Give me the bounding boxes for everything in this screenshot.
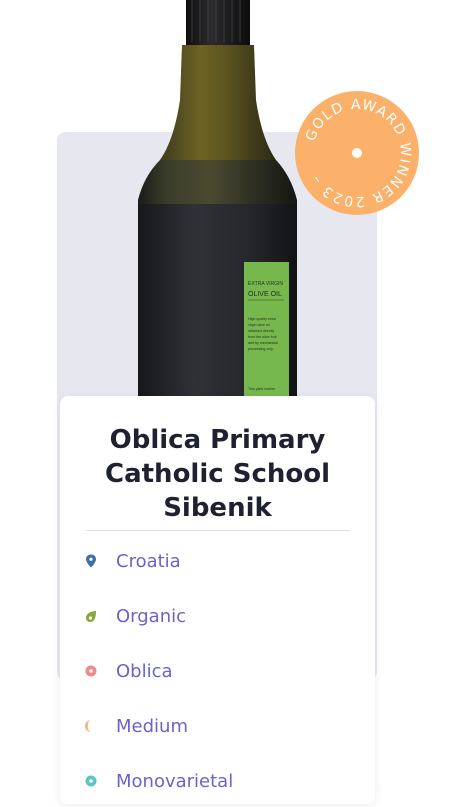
product-title-line: Catholic School xyxy=(105,459,330,489)
svg-text:processing only.: processing only. xyxy=(248,347,274,351)
attribute-label: Croatia xyxy=(116,550,181,572)
svg-text:virgin olive oil: virgin olive oil xyxy=(248,323,270,327)
gold-award-badge: GOLD AWARD WINNER 2023 – xyxy=(295,91,419,215)
attribute-origin[interactable]: Croatia xyxy=(85,546,181,576)
location-pin-icon xyxy=(86,554,96,568)
attribute-intensity[interactable]: Medium xyxy=(85,711,188,741)
svg-text:This yield marker: This yield marker xyxy=(248,387,276,391)
svg-text:from the olive fruit: from the olive fruit xyxy=(248,335,277,339)
label-heading-large: OLIVE OIL xyxy=(248,291,282,298)
olive-variety-icon xyxy=(85,665,97,677)
svg-text:obtained directly: obtained directly xyxy=(248,329,274,333)
product-title-line: Oblica Primary xyxy=(109,425,326,455)
attribute-label: Medium xyxy=(116,715,188,737)
product-info-card: Oblica Primary Catholic School Sibenik C… xyxy=(60,396,375,804)
attribute-label: Monovarietal xyxy=(116,770,234,792)
attribute-label: Organic xyxy=(116,605,187,627)
blend-icon xyxy=(85,775,97,787)
attribute-blend[interactable]: Monovarietal xyxy=(85,766,233,796)
product-detail: EXTRA VIRGIN OLIVE OIL High quality extr… xyxy=(0,0,456,807)
product-title-line: Sibenik xyxy=(163,493,272,523)
leaf-icon xyxy=(86,611,96,622)
badge-center-dot xyxy=(352,148,362,158)
divider xyxy=(85,530,350,531)
intensity-icon xyxy=(85,720,91,732)
product-title: Oblica Primary Catholic School Sibenik xyxy=(72,423,363,525)
bottle-neck xyxy=(160,45,276,160)
svg-text:and by mechanical: and by mechanical xyxy=(248,341,278,345)
attribute-variety[interactable]: Oblica xyxy=(85,656,173,686)
label-heading-small: EXTRA VIRGIN xyxy=(248,281,283,287)
attribute-label: Oblica xyxy=(116,660,173,682)
attribute-organic[interactable]: Organic xyxy=(85,601,186,631)
svg-text:High quality extra: High quality extra xyxy=(248,317,276,321)
